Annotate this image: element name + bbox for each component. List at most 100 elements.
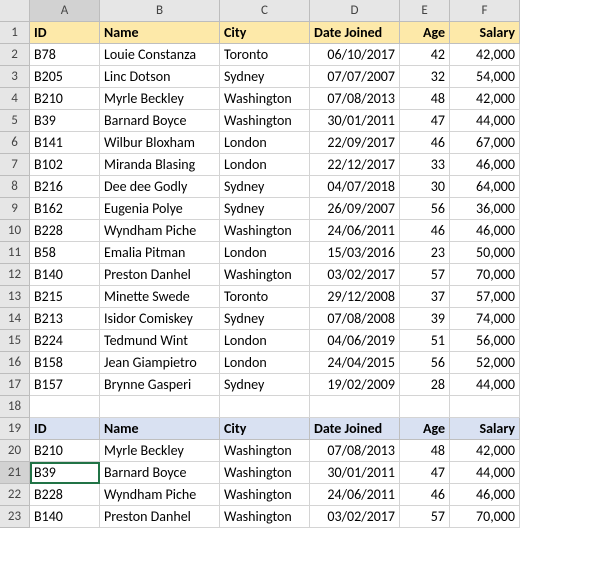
cell-D23[interactable]: 03/02/2017	[310, 506, 400, 528]
cell-E9[interactable]: 56	[400, 198, 450, 220]
cell-A15[interactable]: B224	[30, 330, 100, 352]
cell-B11[interactable]: Emalia Pitman	[100, 242, 220, 264]
cell-A3[interactable]: B205	[30, 66, 100, 88]
cell-D20[interactable]: 07/08/2013	[310, 440, 400, 462]
cell-B18[interactable]	[100, 396, 220, 418]
cell-B15[interactable]: Tedmund Wint	[100, 330, 220, 352]
cell-F1[interactable]: Salary	[450, 22, 520, 44]
row-header-12[interactable]: 12	[0, 264, 30, 286]
cell-B7[interactable]: Miranda Blasing	[100, 154, 220, 176]
row-header-5[interactable]: 5	[0, 110, 30, 132]
cell-A9[interactable]: B162	[30, 198, 100, 220]
cell-C18[interactable]	[220, 396, 310, 418]
column-header-A[interactable]: A	[30, 0, 100, 22]
cell-E8[interactable]: 30	[400, 176, 450, 198]
cell-C20[interactable]: Washington	[220, 440, 310, 462]
cell-C12[interactable]: Washington	[220, 264, 310, 286]
cell-E6[interactable]: 46	[400, 132, 450, 154]
cell-C17[interactable]: Sydney	[220, 374, 310, 396]
row-header-14[interactable]: 14	[0, 308, 30, 330]
cell-E10[interactable]: 46	[400, 220, 450, 242]
cell-D16[interactable]: 24/04/2015	[310, 352, 400, 374]
cell-B16[interactable]: Jean Giampietro	[100, 352, 220, 374]
cell-D10[interactable]: 24/06/2011	[310, 220, 400, 242]
cell-A21[interactable]: B39	[30, 462, 100, 484]
column-header-F[interactable]: F	[450, 0, 520, 22]
row-header-15[interactable]: 15	[0, 330, 30, 352]
cell-A20[interactable]: B210	[30, 440, 100, 462]
cell-D13[interactable]: 29/12/2008	[310, 286, 400, 308]
cell-B1[interactable]: Name	[100, 22, 220, 44]
row-header-10[interactable]: 10	[0, 220, 30, 242]
cell-B19[interactable]: Name	[100, 418, 220, 440]
row-header-17[interactable]: 17	[0, 374, 30, 396]
row-header-19[interactable]: 19	[0, 418, 30, 440]
cell-C22[interactable]: Washington	[220, 484, 310, 506]
cell-C16[interactable]: London	[220, 352, 310, 374]
cell-D3[interactable]: 07/07/2007	[310, 66, 400, 88]
cell-E18[interactable]	[400, 396, 450, 418]
cell-F20[interactable]: 42,000	[450, 440, 520, 462]
cell-B12[interactable]: Preston Danhel	[100, 264, 220, 286]
cell-F11[interactable]: 50,000	[450, 242, 520, 264]
cell-D14[interactable]: 07/08/2008	[310, 308, 400, 330]
cell-F6[interactable]: 67,000	[450, 132, 520, 154]
cell-D17[interactable]: 19/02/2009	[310, 374, 400, 396]
cell-F18[interactable]	[450, 396, 520, 418]
row-header-7[interactable]: 7	[0, 154, 30, 176]
cell-A23[interactable]: B140	[30, 506, 100, 528]
cell-A8[interactable]: B216	[30, 176, 100, 198]
cell-E2[interactable]: 42	[400, 44, 450, 66]
row-header-4[interactable]: 4	[0, 88, 30, 110]
cell-E7[interactable]: 33	[400, 154, 450, 176]
cell-C8[interactable]: Sydney	[220, 176, 310, 198]
cell-F19[interactable]: Salary	[450, 418, 520, 440]
cell-C5[interactable]: Washington	[220, 110, 310, 132]
cell-D8[interactable]: 04/07/2018	[310, 176, 400, 198]
cell-C4[interactable]: Washington	[220, 88, 310, 110]
cell-D7[interactable]: 22/12/2017	[310, 154, 400, 176]
cell-A17[interactable]: B157	[30, 374, 100, 396]
cell-A13[interactable]: B215	[30, 286, 100, 308]
spreadsheet-grid[interactable]: ABCDEF1IDNameCityDate JoinedAgeSalary2B7…	[0, 0, 599, 528]
cell-D22[interactable]: 24/06/2011	[310, 484, 400, 506]
cell-C19[interactable]: City	[220, 418, 310, 440]
cell-B5[interactable]: Barnard Boyce	[100, 110, 220, 132]
cell-C9[interactable]: Sydney	[220, 198, 310, 220]
row-header-6[interactable]: 6	[0, 132, 30, 154]
cell-A18[interactable]	[30, 396, 100, 418]
cell-A16[interactable]: B158	[30, 352, 100, 374]
cell-B3[interactable]: Linc Dotson	[100, 66, 220, 88]
cell-C21[interactable]: Washington	[220, 462, 310, 484]
cell-D11[interactable]: 15/03/2016	[310, 242, 400, 264]
cell-C7[interactable]: London	[220, 154, 310, 176]
cell-F2[interactable]: 42,000	[450, 44, 520, 66]
cell-C3[interactable]: Sydney	[220, 66, 310, 88]
select-all-corner[interactable]	[0, 0, 30, 22]
cell-D5[interactable]: 30/01/2011	[310, 110, 400, 132]
row-header-16[interactable]: 16	[0, 352, 30, 374]
cell-F15[interactable]: 56,000	[450, 330, 520, 352]
cell-D2[interactable]: 06/10/2017	[310, 44, 400, 66]
cell-C2[interactable]: Toronto	[220, 44, 310, 66]
row-header-13[interactable]: 13	[0, 286, 30, 308]
cell-F9[interactable]: 36,000	[450, 198, 520, 220]
cell-F12[interactable]: 70,000	[450, 264, 520, 286]
cell-D9[interactable]: 26/09/2007	[310, 198, 400, 220]
cell-A6[interactable]: B141	[30, 132, 100, 154]
cell-B4[interactable]: Myrle Beckley	[100, 88, 220, 110]
cell-F21[interactable]: 44,000	[450, 462, 520, 484]
column-header-B[interactable]: B	[100, 0, 220, 22]
cell-E5[interactable]: 47	[400, 110, 450, 132]
cell-C14[interactable]: Sydney	[220, 308, 310, 330]
cell-E19[interactable]: Age	[400, 418, 450, 440]
column-header-D[interactable]: D	[310, 0, 400, 22]
row-header-1[interactable]: 1	[0, 22, 30, 44]
cell-B20[interactable]: Myrle Beckley	[100, 440, 220, 462]
cell-D19[interactable]: Date Joined	[310, 418, 400, 440]
cell-B17[interactable]: Brynne Gasperi	[100, 374, 220, 396]
row-header-8[interactable]: 8	[0, 176, 30, 198]
cell-E12[interactable]: 57	[400, 264, 450, 286]
cell-A19[interactable]: ID	[30, 418, 100, 440]
cell-A22[interactable]: B228	[30, 484, 100, 506]
